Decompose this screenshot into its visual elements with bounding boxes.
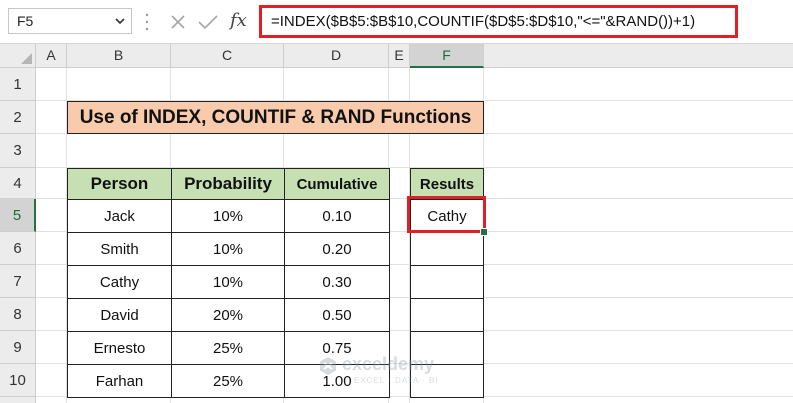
cell-result[interactable]	[410, 265, 484, 299]
table-header-person[interactable]: Person	[67, 168, 172, 200]
column-header-e[interactable]: E	[389, 44, 410, 68]
cell-probability[interactable]: 10%	[171, 232, 285, 266]
cell-probability[interactable]: 25%	[171, 331, 285, 365]
cell-probability[interactable]: 10%	[171, 265, 285, 299]
cell-result[interactable]	[410, 232, 484, 266]
cell-person[interactable]: Smith	[67, 232, 172, 266]
row-header-6[interactable]: 6	[0, 232, 36, 265]
column-header-c[interactable]: C	[171, 44, 284, 68]
cell-probability[interactable]: 10%	[171, 199, 285, 233]
x-icon[interactable]	[170, 14, 186, 30]
formula-input[interactable]: =INDEX($B$5:$B$10,COUNTIF($D$5:$D$10,"<=…	[259, 5, 738, 38]
exceldemy-logo-icon	[320, 357, 336, 375]
formula-text: =INDEX($B$5:$B$10,COUNTIF($D$5:$D$10,"<=…	[271, 13, 696, 30]
cell-person[interactable]: Farhan	[67, 364, 172, 398]
worksheet-grid[interactable]: A B C D E F 1 2 3 4 5 6 7 8 9 10 Use of …	[0, 44, 793, 403]
formula-bar-area: F5 fx =INDEX($B$5:$B$10,COUNTIF($D$5:$D$…	[0, 0, 793, 44]
cell-person[interactable]: Jack	[67, 199, 172, 233]
cell-person[interactable]: David	[67, 298, 172, 332]
cell-cumulative[interactable]: 0.50	[284, 298, 390, 332]
column-header-a[interactable]: A	[36, 44, 67, 68]
cell-person[interactable]: Ernesto	[67, 331, 172, 365]
table-header-probability[interactable]: Probability	[171, 168, 285, 200]
row-header-10[interactable]: 10	[0, 364, 36, 397]
table-header-cumulative[interactable]: Cumulative	[284, 168, 390, 200]
row-header-8[interactable]: 8	[0, 298, 36, 331]
chevron-down-icon[interactable]	[115, 16, 125, 26]
drag-handle-icon[interactable]	[145, 12, 149, 32]
select-all-button[interactable]	[0, 44, 36, 68]
cell-probability[interactable]: 20%	[171, 298, 285, 332]
fill-handle[interactable]	[480, 228, 488, 236]
cell-probability[interactable]: 25%	[171, 364, 285, 398]
active-cell-highlight	[407, 196, 486, 233]
row-header-9[interactable]: 9	[0, 331, 36, 364]
cell-cumulative[interactable]: 0.10	[284, 199, 390, 233]
row-header-1[interactable]: 1	[0, 68, 36, 101]
row-header-7[interactable]: 7	[0, 265, 36, 298]
watermark-name: exceldemy	[342, 354, 435, 374]
column-header-d[interactable]: D	[284, 44, 389, 68]
name-box-value: F5	[17, 13, 34, 29]
column-header-f[interactable]: F	[410, 44, 484, 68]
column-header-blank	[484, 44, 793, 68]
cell-result[interactable]	[410, 298, 484, 332]
row-header-5[interactable]: 5	[0, 199, 36, 232]
watermark-tagline: EXCEL · DATA · BI	[354, 376, 439, 385]
watermark-logo: exceldemy EXCEL · DATA · BI	[318, 354, 458, 394]
cell-cumulative[interactable]: 0.30	[284, 265, 390, 299]
name-box[interactable]: F5	[8, 8, 132, 34]
sheet-title[interactable]: Use of INDEX, COUNTIF & RAND Functions	[67, 101, 484, 134]
row-header-3[interactable]: 3	[0, 134, 36, 168]
row-header-4[interactable]: 4	[0, 168, 36, 199]
check-icon[interactable]	[198, 14, 218, 30]
cell-person[interactable]: Cathy	[67, 265, 172, 299]
fx-icon[interactable]: fx	[230, 10, 247, 31]
formula-buttons: fx	[160, 10, 252, 34]
row-header-2[interactable]: 2	[0, 101, 36, 134]
column-header-b[interactable]: B	[67, 44, 171, 68]
cell-cumulative[interactable]: 0.20	[284, 232, 390, 266]
row-header-11	[0, 397, 36, 403]
